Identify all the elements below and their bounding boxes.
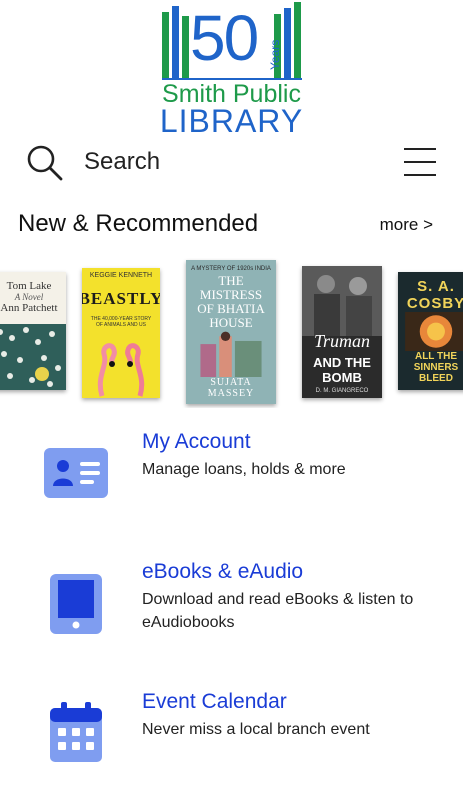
calendar-icon[interactable] [50,700,104,764]
book-carousel[interactable]: Tom Lake A Novel Ann Patchett KEGGIE KEN… [0,258,463,408]
book-2-top: KEGGIE KENNETH [89,272,153,279]
book-cover-5[interactable]: S. A. COSBY ALL THE SINNERS BLEED [398,272,463,390]
logo-number: 50 [190,2,259,74]
book-2-title: BEASTLY [82,288,160,308]
book-2-sub: THE 40,000-YEAR STORY OF ANIMALS AND US [90,316,152,329]
my-account-title[interactable]: My Account [142,430,251,454]
book-1-art [0,324,66,390]
search-bar[interactable]: Search [0,140,463,188]
book-4-author: D. M. GIANGRECO [315,388,369,394]
ebooks-item[interactable]: eBooks & eAudio Download and read eBooks… [0,560,463,650]
book-1-title: Ann Patchett [0,302,58,314]
search-label[interactable]: Search [84,148,160,176]
book-3-author: SUJATA MASSEY [207,377,255,399]
menu-icon[interactable] [404,148,436,176]
book-5-author: S. A. COSBY [406,278,463,312]
book-2-art [97,343,145,397]
book-4-sub: AND THE BOMB [313,355,371,385]
ebooks-desc: Download and read eBooks & listen to eAu… [142,591,414,631]
book-3-art [200,331,262,377]
book-1-sub: A Novel [14,292,44,302]
event-calendar-title[interactable]: Event Calendar [142,690,287,714]
library-logo: 50 Years Smith Public LIBRARY [0,0,463,140]
book-5-art [405,312,463,351]
section-title: New & Recommended [18,210,259,237]
book-cover-3[interactable]: A MYSTERY OF 1920s INDIA THE MISTRESS OF… [186,260,276,404]
tablet-icon[interactable] [50,572,104,636]
event-calendar-desc: Never miss a local branch event [142,721,370,738]
book-1-author: Tom Lake [6,280,52,292]
book-3-top: A MYSTERY OF 1920s INDIA [191,266,271,272]
book-3-title: THE MISTRESS OF BHATIA HOUSE [197,273,265,330]
more-link[interactable]: more > [380,215,433,235]
account-card-icon[interactable] [44,442,108,506]
search-icon[interactable] [26,144,64,182]
book-4-photo [302,266,382,336]
ebooks-title[interactable]: eBooks & eAudio [142,560,303,584]
my-account-item[interactable]: My Account Manage loans, holds & more [0,430,463,510]
book-cover-4[interactable]: Truman AND THE BOMB D. M. GIANGRECO [302,266,382,398]
book-cover-2[interactable]: KEGGIE KENNETH BEASTLY THE 40,000-YEAR S… [82,268,160,398]
event-calendar-item[interactable]: Event Calendar Never miss a local branch… [0,690,463,770]
my-account-desc: Manage loans, holds & more [142,461,346,478]
book-cover-1[interactable]: Tom Lake A Novel Ann Patchett [0,272,66,390]
book-5-title: ALL THE SINNERS BLEED [413,351,459,384]
book-4-title: Truman [313,331,371,351]
logo-line2: LIBRARY [159,103,304,139]
logo-years: Years [268,39,282,70]
